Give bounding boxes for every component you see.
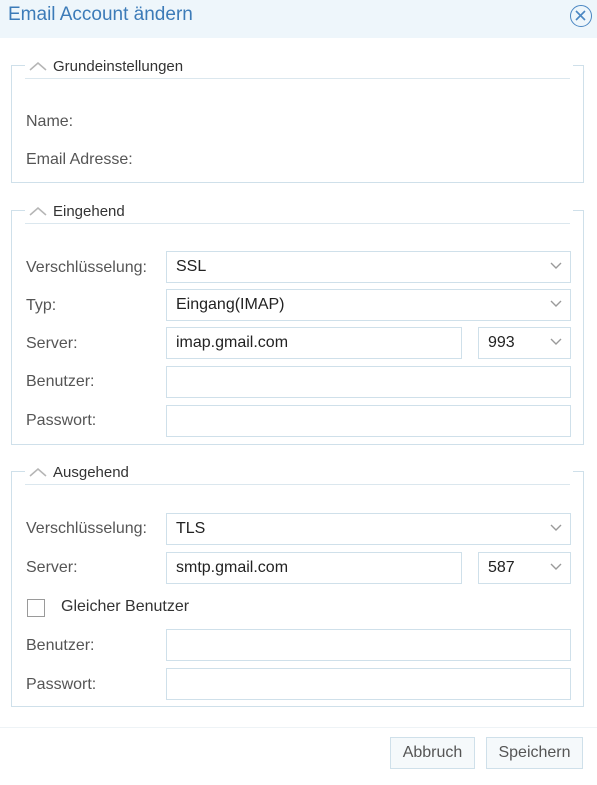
chevron-up-icon [29,468,47,477]
outgoing-group: Ausgehend Verschlüsselung: TLS Server: s… [11,461,584,707]
chevron-down-icon [550,524,562,531]
email-address-label: Email Adresse: [26,151,133,168]
incoming-password-label: Passwort: [26,412,97,429]
same-user-label[interactable]: Gleicher Benutzer [61,598,189,616]
incoming-user-label: Benutzer: [26,373,95,390]
outgoing-legend: Ausgehend [53,463,129,481]
incoming-legend: Eingehend [53,202,125,220]
incoming-server-label: Server: [26,335,78,352]
outgoing-encryption-select[interactable]: TLS [166,513,571,545]
outgoing-user-input[interactable] [166,629,571,661]
incoming-server-input[interactable]: imap.gmail.com [166,327,462,359]
outgoing-port-select[interactable]: 587 [478,552,571,584]
outgoing-header[interactable]: Ausgehend [25,461,133,483]
footer-divider [0,727,597,728]
incoming-port-value: 993 [488,334,515,351]
incoming-port-select[interactable]: 993 [478,327,571,359]
close-button[interactable] [570,5,592,27]
outgoing-encryption-label: Verschlüsselung: [26,520,147,537]
outgoing-password-label: Passwort: [26,676,97,693]
outgoing-password-input[interactable] [166,668,571,700]
outgoing-server-input[interactable]: smtp.gmail.com [166,552,462,584]
name-label: Name: [26,113,74,130]
outgoing-encryption-value: TLS [176,520,206,537]
chevron-up-icon [29,62,47,71]
incoming-encryption-value: SSL [176,258,207,275]
incoming-group: Eingehend Verschlüsselung: SSL Typ: Eing… [11,200,584,445]
incoming-user-input[interactable] [166,366,571,398]
dialog-title: Email Account ändern [8,4,193,25]
chevron-up-icon [29,207,47,216]
same-user-checkbox[interactable] [27,599,45,617]
chevron-down-icon [550,563,562,570]
basic-settings-header[interactable]: Grundeinstellungen [25,55,188,77]
chevron-down-icon [550,338,562,345]
chevron-down-icon [550,262,562,269]
close-icon [575,10,586,21]
incoming-header[interactable]: Eingehend [25,200,129,222]
incoming-type-label: Typ: [26,297,57,314]
chevron-down-icon [550,300,562,307]
incoming-encryption-select[interactable]: SSL [166,251,571,283]
dialog-titlebar: Email Account ändern [0,0,597,38]
incoming-type-select[interactable]: Eingang(IMAP) [166,289,571,321]
outgoing-port-value: 587 [488,559,515,576]
incoming-password-input[interactable] [166,405,571,437]
outgoing-server-label: Server: [26,559,78,576]
basic-settings-legend: Grundeinstellungen [53,57,184,75]
outgoing-user-label: Benutzer: [26,637,95,654]
save-button[interactable]: Speichern [486,737,583,769]
basic-settings-group: Grundeinstellungen Name: Email Adresse: [11,55,584,183]
incoming-type-value: Eingang(IMAP) [176,296,285,313]
cancel-button[interactable]: Abbruch [390,737,475,769]
incoming-encryption-label: Verschlüsselung: [26,259,147,276]
